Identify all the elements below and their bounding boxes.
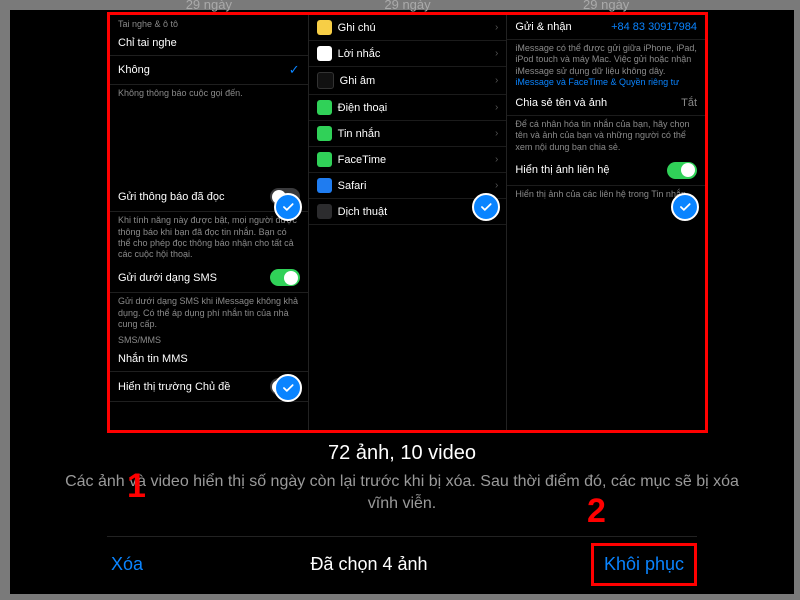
callout-number-2: 2	[587, 492, 606, 531]
toggle-switch[interactable]	[667, 162, 697, 179]
send-as-sms-row[interactable]: Gửi dưới dạng SMS	[110, 263, 308, 293]
selection-status: Đã chọn 4 ảnh	[306, 554, 431, 575]
app-row[interactable]: FaceTime›	[309, 147, 507, 173]
restore-button[interactable]: Khôi phục	[591, 543, 697, 586]
help-text: Khi tính năng này được bật, mọi người đư…	[110, 212, 308, 263]
days-remaining: 29 ngày	[583, 0, 629, 12]
bottom-toolbar: Xóa Đã chọn 4 ảnh Khôi phục	[107, 536, 697, 592]
notes-icon	[317, 20, 332, 35]
chevron-right-icon: ›	[495, 75, 498, 86]
checkmark-icon: ✓	[289, 62, 300, 78]
reminders-icon	[317, 46, 332, 61]
phone-number: +84 83 30917984	[611, 21, 697, 33]
app-row[interactable]: Tin nhắn›	[309, 121, 507, 147]
app-row[interactable]: Điện thoại›	[309, 95, 507, 121]
mms-row[interactable]: Nhắn tin MMS	[110, 347, 308, 372]
section-header: Tai nghe & ô tô	[110, 15, 308, 31]
phone-icon	[317, 100, 332, 115]
recently-deleted-grid: 29 ngày Tai nghe & ô tô Chỉ tai nghe Khô…	[107, 12, 708, 433]
help-text: Không thông báo cuộc gọi đến.	[110, 85, 308, 102]
setting-row[interactable]: Không✓	[110, 56, 308, 85]
app-row[interactable]: Ghi âm›	[309, 67, 507, 95]
translate-icon	[317, 204, 332, 219]
chevron-right-icon: ›	[495, 22, 498, 33]
chevron-right-icon: ›	[495, 154, 498, 165]
chevron-right-icon: ›	[495, 180, 498, 191]
app-row[interactable]: Lời nhắc›	[309, 41, 507, 67]
section-header: SMS/MMS	[110, 333, 308, 347]
thumbnail-col-1[interactable]: 29 ngày Tai nghe & ô tô Chỉ tai nghe Khô…	[110, 15, 309, 430]
help-text: Gửi dưới dạng SMS khi iMessage không khả…	[110, 293, 308, 333]
album-description: Các ảnh và video hiển thị số ngày còn lạ…	[52, 471, 752, 514]
toggle-switch[interactable]	[270, 269, 300, 286]
messages-icon	[317, 126, 332, 141]
callout-number-1: 1	[127, 467, 146, 506]
item-count: 72 ảnh, 10 video	[52, 442, 752, 465]
send-receive-row[interactable]: Gửi & nhận+84 83 30917984	[507, 15, 705, 40]
chevron-right-icon: ›	[495, 128, 498, 139]
device-screen: 29 ngày Tai nghe & ô tô Chỉ tai nghe Khô…	[10, 10, 794, 594]
thumbnail-col-3[interactable]: 29 ngày Gửi & nhận+84 83 30917984 iMessa…	[507, 15, 705, 430]
app-row[interactable]: Ghi chú›	[309, 15, 507, 41]
delete-button[interactable]: Xóa	[107, 554, 147, 575]
facetime-icon	[317, 152, 332, 167]
share-name-photo-row[interactable]: Chia sẻ tên và ảnhTắt	[507, 91, 705, 116]
selection-check-icon[interactable]	[274, 374, 302, 402]
tutorial-frame: 29 ngày Tai nghe & ô tô Chỉ tai nghe Khô…	[0, 0, 800, 600]
contact-photos-row[interactable]: Hiển thị ảnh liên hệ	[507, 156, 705, 186]
days-remaining: 29 ngày	[186, 0, 232, 12]
help-text: Để cá nhân hóa tin nhắn của bạn, hãy chọ…	[507, 116, 705, 156]
setting-row[interactable]: Chỉ tai nghe	[110, 31, 308, 56]
privacy-link[interactable]: iMessage và FaceTime & Quyền riêng tư	[515, 77, 679, 87]
selection-check-icon[interactable]	[274, 193, 302, 221]
safari-icon	[317, 178, 332, 193]
days-remaining: 29 ngày	[384, 0, 430, 12]
chevron-right-icon: ›	[495, 48, 498, 59]
selection-check-icon[interactable]	[671, 193, 699, 221]
voice-memos-icon	[317, 72, 334, 89]
help-text: iMessage có thể được gửi giữa iPhone, iP…	[507, 40, 705, 91]
thumbnail-col-2[interactable]: 29 ngày Ghi chú› Lời nhắc› Ghi âm› Điện …	[309, 15, 508, 430]
chevron-right-icon: ›	[495, 102, 498, 113]
